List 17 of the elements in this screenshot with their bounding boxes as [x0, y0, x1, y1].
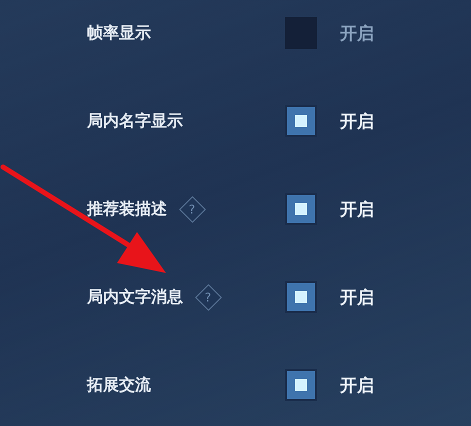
checkbox-label: 开启	[340, 374, 374, 396]
setting-label: 局内文字消息	[87, 286, 183, 308]
setting-label: 拓展交流	[87, 374, 151, 396]
checkbox-label: 开启	[340, 110, 374, 132]
checkbox-label: 开启	[340, 22, 374, 44]
checkbox[interactable]	[285, 281, 317, 313]
help-icon[interactable]: ?	[195, 284, 222, 310]
checkbox-label: 开启	[340, 198, 374, 220]
checkbox-label: 开启	[340, 286, 374, 308]
checkbox[interactable]	[285, 369, 317, 401]
setting-label: 推荐装描述	[87, 198, 167, 220]
checkbox[interactable]	[285, 105, 317, 137]
help-icon[interactable]: ?	[179, 196, 206, 222]
checkbox[interactable]	[285, 193, 317, 225]
checkbox[interactable]	[285, 17, 317, 49]
setting-label: 帧率显示	[87, 22, 151, 44]
setting-label: 局内名字显示	[87, 110, 183, 132]
